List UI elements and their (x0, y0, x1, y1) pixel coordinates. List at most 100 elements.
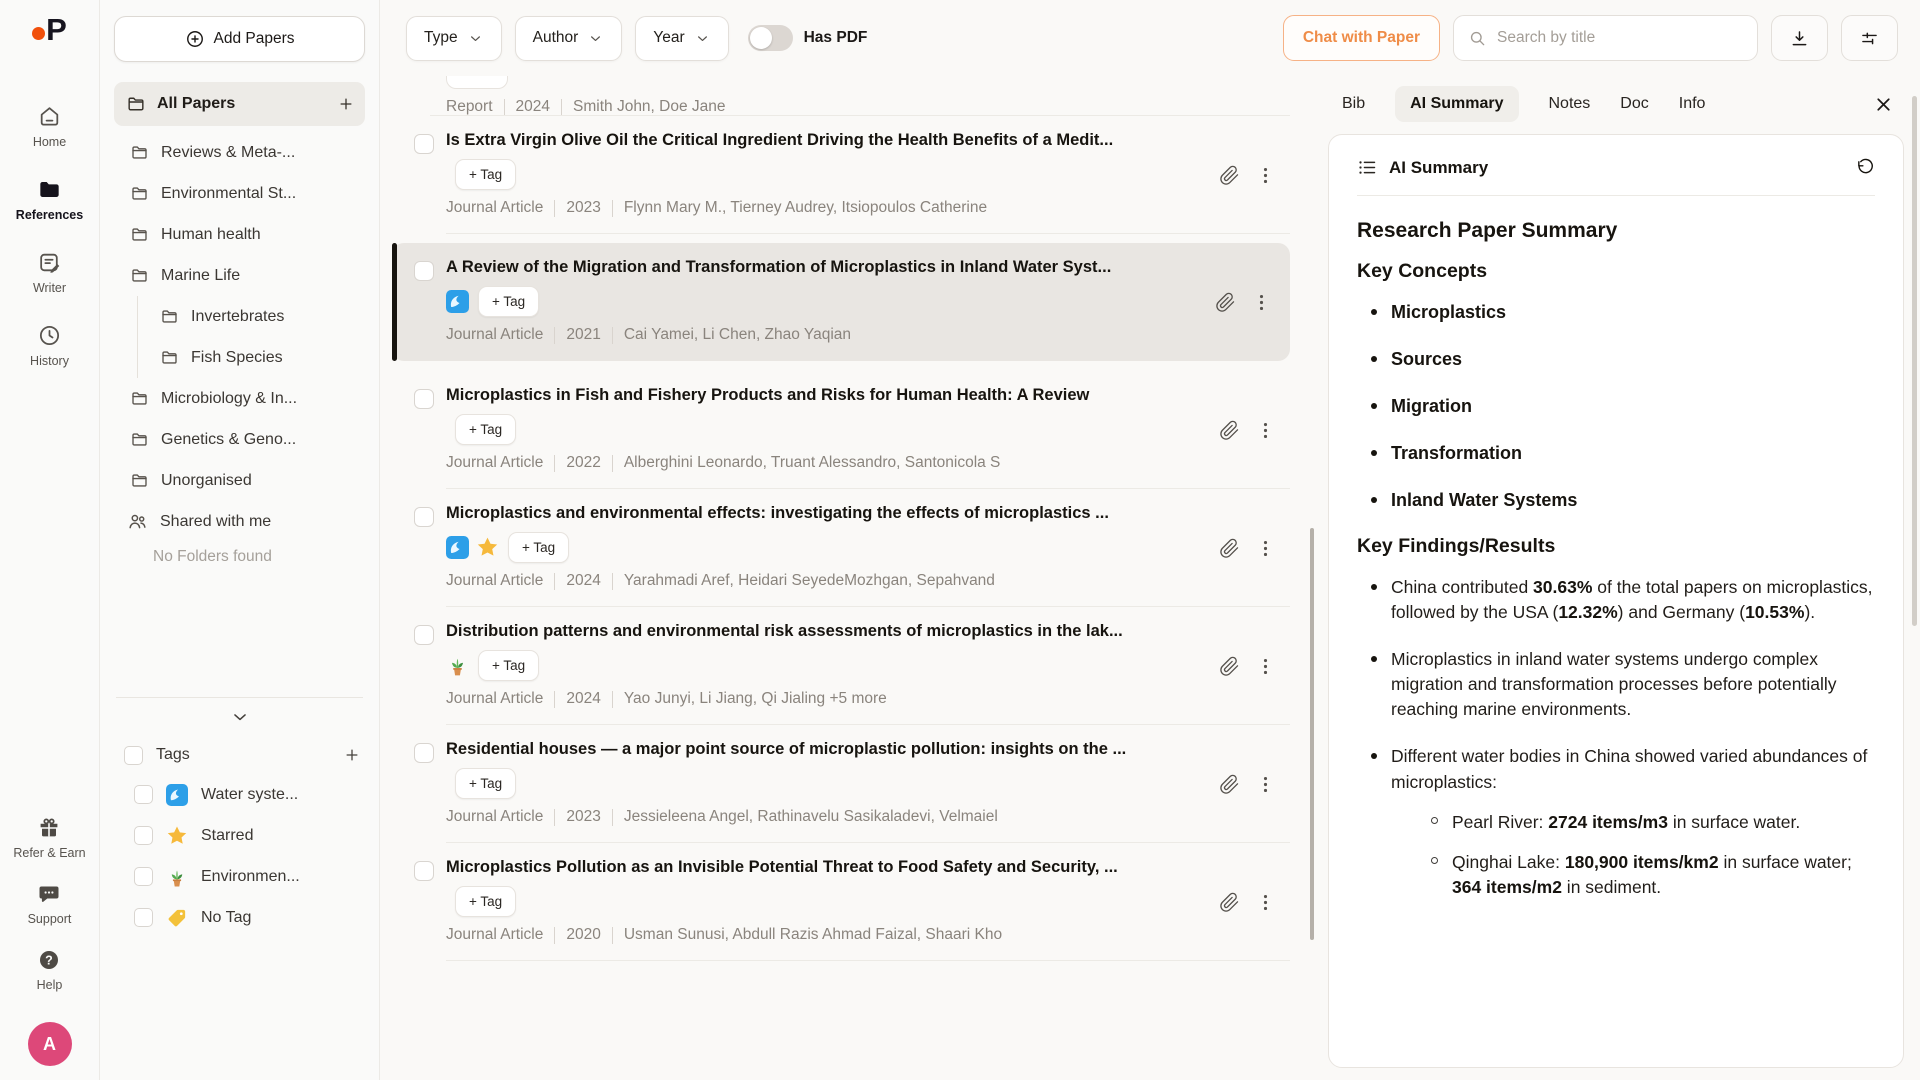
paperclip-icon[interactable] (1219, 420, 1240, 441)
tab-info[interactable]: Info (1679, 95, 1706, 113)
paperclip-icon[interactable] (1215, 292, 1236, 313)
filter-label: Year (653, 29, 684, 47)
row-checkbox[interactable] (414, 861, 434, 881)
rail-bottom-nav: Refer & Earn Support ? Help (13, 816, 85, 1014)
add-tag-button[interactable]: + Tag (455, 414, 516, 445)
collapse-tags-icon[interactable] (229, 706, 251, 728)
paper-row[interactable]: Distribution patterns and environmental … (380, 607, 1306, 725)
row-checkbox[interactable] (414, 625, 434, 645)
folder-item[interactable]: Reviews & Meta-... (114, 132, 365, 173)
kebab-menu-icon[interactable] (1255, 165, 1276, 186)
folder-item[interactable]: Fish Species (137, 337, 365, 378)
app-root: P Home References Writer History Refer &… (0, 0, 1920, 1080)
folder-item[interactable]: Human health (114, 214, 365, 255)
close-panel-icon[interactable] (1873, 94, 1894, 115)
summary-section: China contributed 30.63% of the total pa… (1357, 575, 1875, 916)
tag-item[interactable]: Starred (114, 815, 365, 856)
kebab-menu-icon[interactable] (1255, 420, 1276, 441)
paperclip-icon[interactable] (1219, 656, 1240, 677)
row-checkbox[interactable] (414, 507, 434, 527)
nav-help[interactable]: ? Help (37, 948, 63, 992)
nav-history[interactable]: History (16, 323, 83, 368)
has-pdf-toggle[interactable] (748, 25, 793, 51)
kebab-menu-icon[interactable] (1255, 656, 1276, 677)
app-logo[interactable]: P (32, 16, 67, 44)
tag-item[interactable]: Water syste... (114, 774, 365, 815)
bullet-text: Microplastics in inland water systems un… (1391, 647, 1875, 723)
paper-row[interactable]: Microplastics in Fish and Fishery Produc… (380, 371, 1306, 489)
filter-year[interactable]: Year (635, 16, 728, 61)
search-input[interactable] (1497, 29, 1743, 47)
folder-item[interactable]: Environmental St... (114, 173, 365, 214)
nav-references[interactable]: References (16, 177, 83, 222)
export-button[interactable] (1771, 15, 1828, 61)
tag-checkbox[interactable] (134, 826, 153, 845)
folder-item[interactable]: Unorganised (114, 460, 365, 501)
sidebar-item-shared-with-me[interactable]: Shared with me (114, 501, 365, 542)
tags-select-all-checkbox[interactable] (124, 746, 143, 765)
icon-rail: P Home References Writer History Refer &… (0, 0, 100, 1080)
filter-author[interactable]: Author (515, 16, 623, 61)
add-tag-button[interactable]: + Tag (478, 650, 539, 681)
folder-item[interactable]: Microbiology & In... (114, 378, 365, 419)
nav-refer-earn[interactable]: Refer & Earn (13, 816, 85, 860)
filter-type[interactable]: Type (406, 16, 502, 61)
tag-item[interactable]: Environmen... (114, 856, 365, 897)
add-tag-button[interactable] (446, 76, 508, 89)
row-checkbox[interactable] (414, 389, 434, 409)
add-folder-icon[interactable] (337, 95, 355, 113)
nav-support[interactable]: Support (28, 882, 72, 926)
folder-item[interactable]: Invertebrates (137, 296, 365, 337)
folder-item[interactable]: Genetics & Geno... (114, 419, 365, 460)
tab-doc[interactable]: Doc (1620, 95, 1648, 113)
sidebar-item-all-papers[interactable]: All Papers (114, 82, 365, 126)
paper-row[interactable]: Microplastics Pollution as an Invisible … (380, 843, 1306, 961)
add-papers-button[interactable]: Add Papers (114, 16, 365, 62)
paper-row[interactable]: Residential houses — a major point sourc… (380, 725, 1306, 843)
tab-notes[interactable]: Notes (1549, 95, 1591, 113)
paper-row[interactable]: A Review of the Migration and Transforma… (392, 243, 1290, 361)
search-box[interactable] (1453, 15, 1758, 61)
paper-year: 2024 (566, 572, 600, 590)
kebab-menu-icon[interactable] (1255, 538, 1276, 559)
paper-row[interactable]: Is Extra Virgin Olive Oil the Critical I… (380, 116, 1306, 234)
summary-title: Research Paper Summary (1357, 219, 1875, 243)
paperclip-icon[interactable] (1219, 892, 1240, 913)
row-checkbox[interactable] (414, 743, 434, 763)
kebab-menu-icon[interactable] (1255, 892, 1276, 913)
add-tag-button[interactable]: + Tag (455, 886, 516, 917)
tag-checkbox[interactable] (134, 908, 153, 927)
panel-scrollbar[interactable] (1912, 96, 1917, 626)
paperclip-icon[interactable] (1219, 774, 1240, 795)
folder-item[interactable]: Marine Life (114, 255, 365, 296)
folder-icon (130, 430, 149, 449)
row-checkbox[interactable] (414, 261, 434, 281)
add-tag-button[interactable]: + Tag (455, 159, 516, 190)
tag-checkbox[interactable] (134, 785, 153, 804)
kebab-menu-icon[interactable] (1251, 292, 1272, 313)
ai-summary-header: AI Summary (1357, 157, 1875, 178)
row-checkbox[interactable] (414, 134, 434, 154)
tag-checkbox[interactable] (134, 867, 153, 886)
paperclip-icon[interactable] (1219, 165, 1240, 186)
view-options-button[interactable] (1841, 15, 1898, 61)
tab-bib[interactable]: Bib (1342, 95, 1365, 113)
paper-authors: Alberghini Leonardo, Truant Alessandro, … (624, 454, 1001, 472)
tab-ai-summary[interactable]: AI Summary (1395, 86, 1518, 122)
add-tag-button[interactable]: + Tag (478, 286, 539, 317)
chat-with-paper-button[interactable]: Chat with Paper (1283, 15, 1440, 61)
kebab-menu-icon[interactable] (1255, 774, 1276, 795)
avatar[interactable]: A (28, 1022, 72, 1066)
tag-item[interactable]: No Tag (114, 897, 365, 938)
regenerate-icon[interactable] (1855, 158, 1875, 178)
nav-writer[interactable]: Writer (16, 250, 83, 295)
add-tag-button[interactable]: + Tag (455, 768, 516, 799)
paper-title: Residential houses — a major point sourc… (446, 740, 1210, 759)
nav-home[interactable]: Home (16, 104, 83, 149)
paper-row-partial[interactable]: Report2024Smith John, Doe Jane (380, 76, 1306, 116)
paper-row[interactable]: Microplastics and environmental effects:… (380, 489, 1306, 607)
add-tag-icon[interactable] (343, 746, 361, 764)
add-tag-button[interactable]: + Tag (508, 532, 569, 563)
paperclip-icon[interactable] (1219, 538, 1240, 559)
list-scrollbar[interactable] (1310, 528, 1315, 940)
